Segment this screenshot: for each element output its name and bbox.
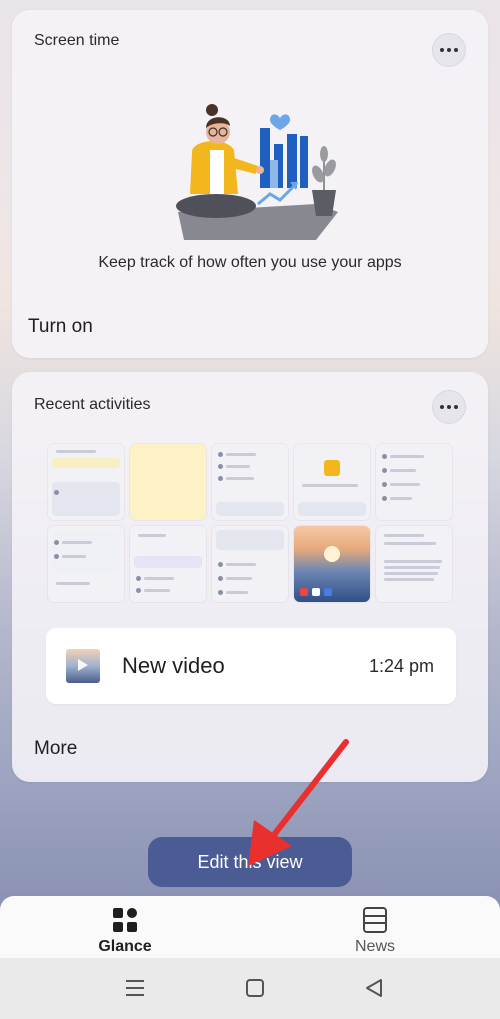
video-title: New video xyxy=(122,653,225,678)
dot-icon xyxy=(454,405,458,409)
turn-on-link[interactable]: Turn on xyxy=(28,316,93,338)
recent-more-options-button[interactable] xyxy=(432,390,466,424)
screen-time-more-options-button[interactable] xyxy=(432,33,466,67)
grid-icon xyxy=(113,908,137,932)
recent-thumbnail[interactable] xyxy=(376,444,452,520)
recent-thumbnail[interactable] xyxy=(48,444,124,520)
recent-activities-card: Recent activities New video 1:24 pm More xyxy=(12,372,488,782)
more-link[interactable]: More xyxy=(34,738,77,760)
screen-time-card: Screen time Keep track of how often you … xyxy=(12,10,488,358)
dot-icon xyxy=(440,48,444,52)
tab-glance-label: Glance xyxy=(98,938,152,955)
screen-time-description: Keep track of how often you use your app… xyxy=(98,254,402,271)
dot-icon xyxy=(447,48,451,52)
play-icon xyxy=(78,659,88,671)
screen-time-title: Screen time xyxy=(34,32,120,49)
dot-icon xyxy=(440,405,444,409)
tab-news-label: News xyxy=(354,938,395,955)
newspaper-icon xyxy=(363,907,387,933)
tab-news[interactable]: News xyxy=(300,896,450,958)
recents-icon[interactable] xyxy=(123,976,147,1000)
bottom-navigation: Glance News xyxy=(0,896,500,958)
recent-thumbnail[interactable] xyxy=(376,526,452,602)
tab-glance[interactable]: Glance xyxy=(50,896,200,958)
dot-icon xyxy=(447,405,451,409)
screen-time-illustration xyxy=(176,104,338,240)
recent-thumbnail[interactable] xyxy=(212,444,288,520)
recent-thumbnail[interactable] xyxy=(130,444,206,520)
recent-thumbnails-grid xyxy=(48,444,454,606)
system-navigation-bar xyxy=(0,958,500,1019)
video-thumbnail xyxy=(66,649,100,683)
recent-activities-title: Recent activities xyxy=(34,396,151,413)
home-icon[interactable] xyxy=(243,976,267,1000)
recent-thumbnail[interactable] xyxy=(130,526,206,602)
recent-thumbnail[interactable] xyxy=(48,526,124,602)
red-arrow-annotation xyxy=(248,739,349,866)
dot-icon xyxy=(454,48,458,52)
recent-thumbnail[interactable] xyxy=(294,526,370,602)
back-icon[interactable] xyxy=(362,976,386,1000)
recent-video-item[interactable]: New video 1:24 pm xyxy=(46,628,456,704)
recent-thumbnail[interactable] xyxy=(212,526,288,602)
video-time: 1:24 pm xyxy=(368,656,434,676)
recent-thumbnail[interactable] xyxy=(294,444,370,520)
